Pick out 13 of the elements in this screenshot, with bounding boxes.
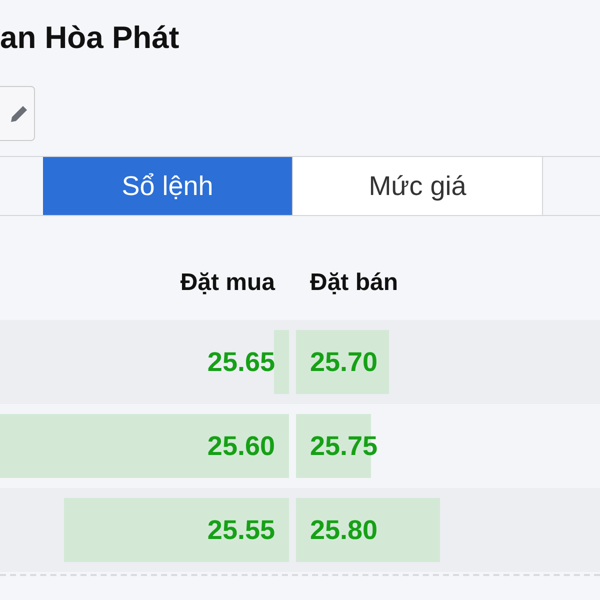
ask-price: 25.70 xyxy=(309,346,378,378)
ask-price: 25.80 xyxy=(309,514,378,546)
tab[interactable]: Sổ lệnh xyxy=(43,157,293,215)
page-title: an Hòa Phát xyxy=(0,19,180,57)
bid-price: 25.65 xyxy=(207,346,276,378)
ask-price: 25.75 xyxy=(309,430,378,462)
bid-price: 25.55 xyxy=(207,514,276,546)
edit-button[interactable] xyxy=(0,86,35,141)
bid-price: 25.60 xyxy=(207,430,276,462)
tab[interactable]: Mức giá xyxy=(293,157,543,215)
column-header: Đặt bán xyxy=(309,269,398,297)
column-header: Đặt mua xyxy=(179,269,276,297)
volume-bar xyxy=(274,330,289,394)
